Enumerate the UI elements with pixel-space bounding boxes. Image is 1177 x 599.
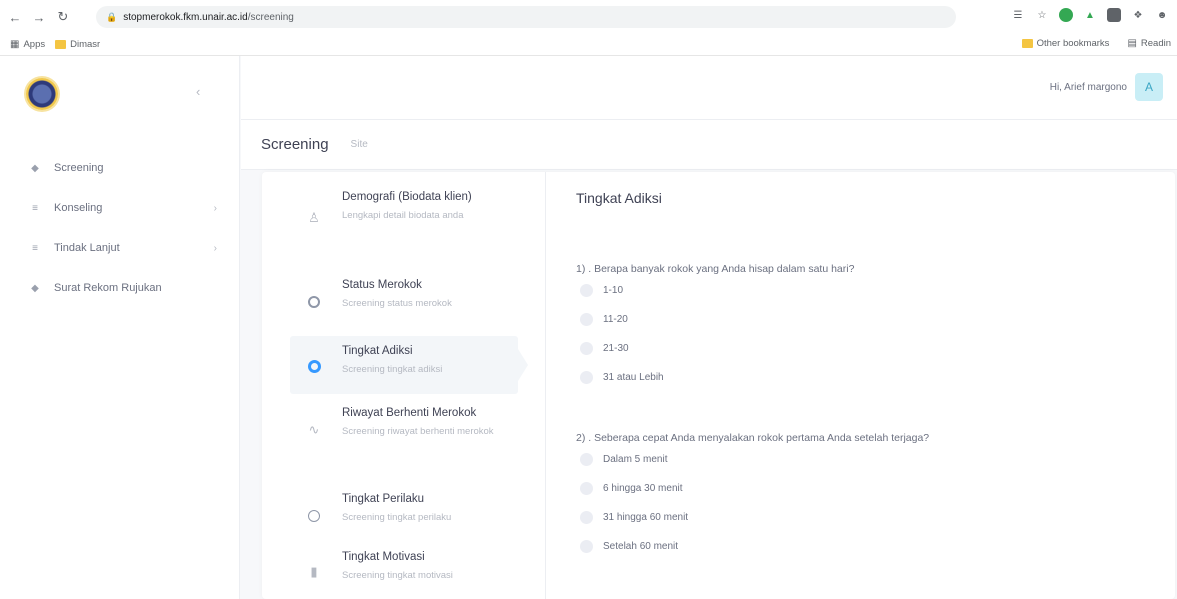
radio-button[interactable] [580, 453, 593, 466]
breadcrumb[interactable]: Site [351, 139, 368, 150]
radio-button[interactable] [580, 540, 593, 553]
step-demografi[interactable]: ♙ Demografi (Biodata klien) Lengkapi det… [290, 190, 518, 264]
radio-button[interactable] [580, 313, 593, 326]
radio-button[interactable] [580, 482, 593, 495]
reload-icon[interactable]: ↻ [54, 8, 72, 26]
form-title: Tingkat Adiksi [576, 190, 662, 206]
sidebar-item-konseling[interactable]: ≡ Konseling › [0, 188, 239, 228]
question-2: 2) . Seberapa cepat Anda menyalakan roko… [576, 432, 930, 444]
step-tingkat-perilaku[interactable]: Tingkat Perilaku Screening tingkat peril… [290, 492, 518, 540]
bookmark-apps[interactable]: ▦ Apps [10, 39, 45, 50]
question-2-option-1[interactable]: Dalam 5 menit [580, 453, 667, 466]
person-icon: ♙ [308, 210, 320, 225]
bookmark-dimasr[interactable]: Dimasr [55, 39, 100, 50]
collapse-sidebar-icon[interactable]: ‹ [196, 84, 200, 99]
question-1-option-2[interactable]: 11-20 [580, 313, 628, 326]
radio-button[interactable] [580, 511, 593, 524]
puzzle-icon[interactable]: ❖ [1131, 8, 1145, 22]
dot-icon: ◆ [31, 282, 39, 294]
profile-icon[interactable]: ☻ [1155, 8, 1169, 22]
app-root: ‹ ◆ Screening ≡ Konseling › ≡ Tindak Lan… [0, 56, 1177, 599]
step-status-merokok[interactable]: Status Merokok Screening status merokok [290, 278, 518, 326]
extension-dark-icon[interactable] [1107, 8, 1121, 22]
top-header: Hi, Arief margono A [241, 56, 1177, 120]
question-2-option-4[interactable]: Setelah 60 menit [580, 540, 678, 553]
extension-drive-icon[interactable]: ▲ [1083, 8, 1097, 22]
user-greeting: Hi, Arief margono [1049, 81, 1127, 93]
wizard-steps: ♙ Demografi (Biodata klien) Lengkapi det… [262, 172, 546, 599]
other-bookmarks[interactable]: Other bookmarks [1021, 38, 1109, 49]
step-riwayat-berhenti-merokok[interactable]: ∿ Riwayat Berhenti Merokok Screening riw… [290, 406, 518, 482]
question-2-option-3[interactable]: 31 hingga 60 menit [580, 511, 688, 524]
lock-icon: 🔒 [106, 11, 118, 22]
folder-icon [1021, 39, 1033, 48]
user-menu[interactable]: Hi, Arief margono A [1050, 73, 1163, 101]
active-step-pointer [518, 349, 528, 381]
sidebar: ‹ ◆ Screening ≡ Konseling › ≡ Tindak Lan… [0, 56, 240, 599]
star-icon[interactable]: ☆ [1035, 8, 1049, 22]
step-tingkat-motivasi[interactable]: ▮ Tingkat Motivasi Screening tingkat mot… [290, 550, 518, 598]
bar-chart-icon: ▮ [310, 564, 318, 579]
avatar[interactable]: A [1135, 73, 1163, 101]
step-tingkat-adiksi[interactable]: Tingkat Adiksi Screening tingkat adiksi [290, 336, 518, 394]
forward-arrow-icon[interactable]: → [30, 8, 48, 26]
radio-button[interactable] [580, 342, 593, 355]
circle-icon [306, 508, 322, 524]
question-form: Tingkat Adiksi 1) . Berapa banyak rokok … [576, 172, 1166, 599]
sidebar-item-screening[interactable]: ◆ Screening [0, 148, 239, 188]
extension-icons: ☰ ☆ ▲ ❖ ☻ [1011, 8, 1169, 22]
sidebar-menu: ◆ Screening ≡ Konseling › ≡ Tindak Lanju… [0, 148, 239, 308]
chevron-right-icon: › [213, 242, 217, 254]
list-icon: ≡ [32, 202, 38, 214]
university-logo[interactable] [26, 78, 58, 110]
apps-grid-icon: ▦ [10, 39, 20, 50]
screening-card: ♙ Demografi (Biodata klien) Lengkapi det… [262, 172, 1175, 599]
question-1-option-3[interactable]: 21-30 [580, 342, 629, 355]
radio-button[interactable] [580, 371, 593, 384]
radio-button[interactable] [580, 284, 593, 297]
chevron-right-icon: › [213, 202, 217, 214]
reading-list-icon: ▤ [1127, 38, 1137, 49]
back-arrow-icon[interactable]: ← [6, 8, 24, 26]
translate-icon[interactable]: ☰ [1011, 8, 1025, 22]
reading-list[interactable]: ▤ Readin [1127, 38, 1171, 49]
folder-icon [55, 40, 67, 49]
question-1-option-1[interactable]: 1-10 [580, 284, 623, 297]
question-2-option-2[interactable]: 6 hingga 30 menit [580, 482, 683, 495]
subheader: Screening Site [241, 120, 1177, 170]
url-host: stopmerokok.fkm.unair.ac.id [123, 11, 248, 23]
extension-green-icon[interactable] [1059, 8, 1073, 22]
list-icon: ≡ [32, 242, 38, 254]
pulse-icon: ∿ [308, 422, 320, 437]
browser-toolbar: ← → ↻ 🔒 stopmerokok.fkm.unair.ac.id/scre… [0, 0, 1177, 34]
page-title: Screening [261, 136, 329, 153]
question-1: 1) . Berapa banyak rokok yang Anda hisap… [576, 263, 855, 275]
ring-active-icon [306, 358, 322, 374]
ring-icon [306, 294, 322, 310]
sidebar-item-tindak-lanjut[interactable]: ≡ Tindak Lanjut › [0, 228, 239, 268]
url-path: /screening [247, 11, 294, 23]
bookmarks-bar: ▦ Apps Dimasr Other bookmarks ▤ Readin [0, 34, 1177, 56]
question-1-option-4[interactable]: 31 atau Lebih [580, 371, 664, 384]
sidebar-item-surat-rekom-rujukan[interactable]: ◆ Surat Rekom Rujukan [0, 268, 239, 308]
dot-icon: ◆ [31, 162, 39, 174]
address-bar[interactable]: 🔒 stopmerokok.fkm.unair.ac.id/screening [96, 6, 956, 28]
